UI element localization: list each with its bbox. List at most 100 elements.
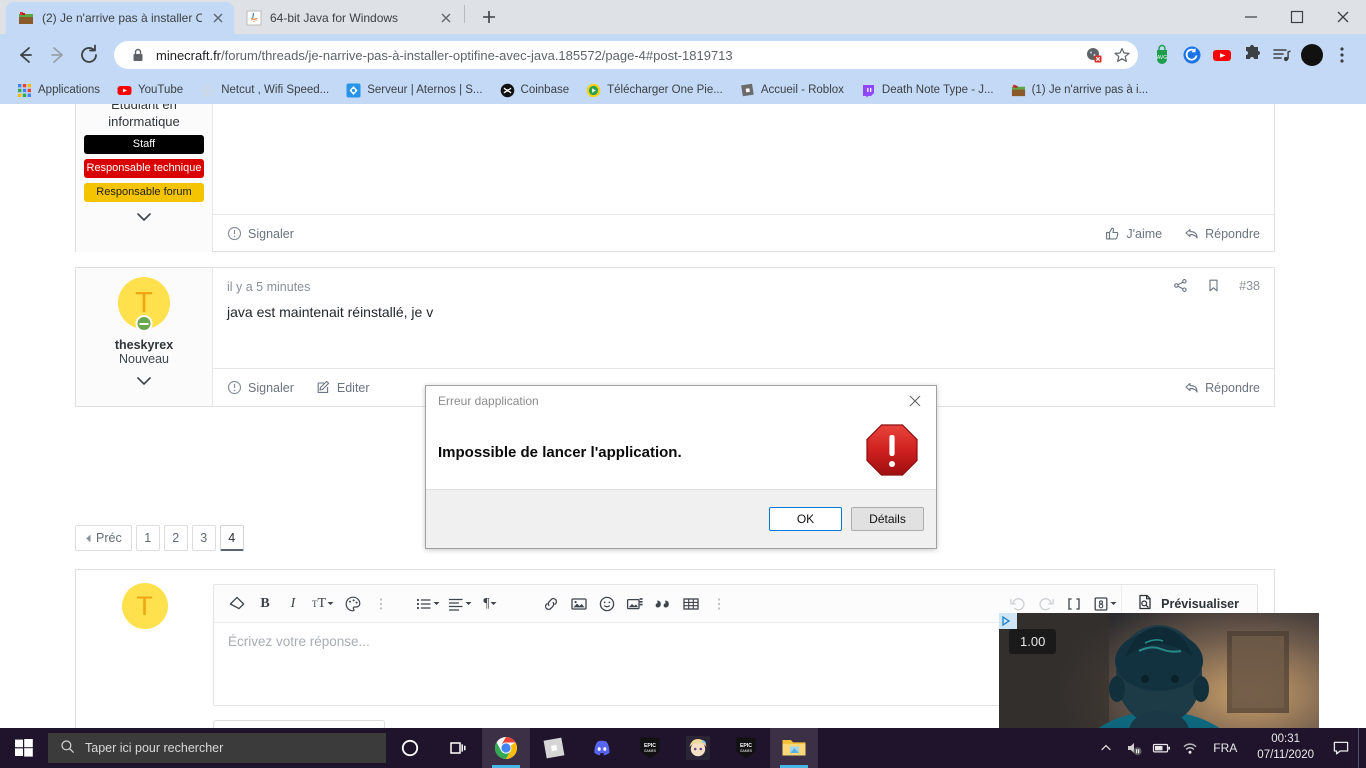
link-icon[interactable] <box>538 591 564 617</box>
paragraph-icon[interactable]: ¶ <box>476 591 504 617</box>
avg-icon[interactable]: AVG <box>1149 42 1175 68</box>
taskbar-app-epic-games[interactable]: EPIC GAMES <box>626 728 674 768</box>
chevron-down-icon[interactable] <box>134 374 154 388</box>
more-vertical-icon[interactable] <box>368 591 394 617</box>
battery-icon[interactable] <box>1149 728 1175 768</box>
post-actions-right: J'aime Répondre <box>1105 226 1260 241</box>
reply-button[interactable]: Répondre <box>1184 226 1260 241</box>
video-advertisement[interactable]: 1.00 AD Invented by Impactify <box>999 613 1319 728</box>
bookmark-death-note-type[interactable]: Death Note Type - J... <box>854 80 1001 101</box>
image-icon[interactable] <box>566 591 592 617</box>
share-nodes-icon[interactable] <box>1173 278 1188 293</box>
preview-label: Prévisualiser <box>1161 596 1239 611</box>
bookmark-telecharger-one-piece[interactable]: Télécharger One Pie... <box>579 80 730 101</box>
bookmark-roblox[interactable]: Accueil - Roblox <box>733 80 851 101</box>
chevron-up-icon[interactable] <box>1093 728 1119 768</box>
three-dot-menu-icon[interactable] <box>1329 42 1355 68</box>
language-indicator[interactable]: FRA <box>1205 741 1245 755</box>
youtube-icon[interactable] <box>1209 42 1235 68</box>
task-view-icon[interactable] <box>434 728 482 768</box>
table-icon[interactable] <box>678 591 704 617</box>
forward-arrow-icon[interactable] <box>42 40 72 70</box>
taskbar-app-discord[interactable] <box>578 728 626 768</box>
tab-title: 64-bit Java for Windows <box>270 11 399 25</box>
taskbar-app-genshin[interactable] <box>674 728 722 768</box>
details-button[interactable]: Détails <box>851 507 924 531</box>
font-size-icon[interactable]: TT <box>308 591 338 617</box>
align-left-icon[interactable] <box>444 591 474 617</box>
avatar[interactable]: T <box>118 277 170 332</box>
taskbar-app-file-explorer[interactable] <box>770 728 818 768</box>
like-button[interactable]: J'aime <box>1105 226 1162 241</box>
pagination-page-2[interactable]: 2 <box>163 525 188 551</box>
search-input[interactable]: Taper ici pour rechercher <box>48 733 386 763</box>
avatar[interactable] <box>1299 42 1325 68</box>
taskbar-app-chrome[interactable] <box>482 728 530 768</box>
report-button[interactable]: Signaler <box>227 380 294 395</box>
post-number[interactable]: #38 <box>1239 279 1260 293</box>
bookmark-je-narrive-pas[interactable]: (1) Je n'arrive pas à i... <box>1004 80 1156 101</box>
pagination-page-3[interactable]: 3 <box>191 525 216 551</box>
pagination-prev[interactable]: Préc <box>75 525 132 551</box>
post-actions-left: Signaler <box>227 226 294 241</box>
close-icon[interactable] <box>1320 0 1366 34</box>
pagination-page-4[interactable]: 4 <box>219 525 244 551</box>
eraser-icon[interactable] <box>224 591 250 617</box>
search-placeholder: Taper ici pour rechercher <box>85 741 224 755</box>
close-icon[interactable] <box>210 10 226 26</box>
browser-tab-active[interactable]: (2) Je n'arrive pas à installer Optifi <box>6 2 234 34</box>
bookmark-youtube[interactable]: YouTube <box>110 80 190 101</box>
show-desktop-button[interactable] <box>1358 728 1364 768</box>
reply-button[interactable]: Répondre <box>1184 380 1260 395</box>
pagination-page-1[interactable]: 1 <box>135 525 160 551</box>
cortana-circle-icon[interactable] <box>386 728 434 768</box>
bookmark-aternos[interactable]: Serveur | Aternos | S... <box>339 80 489 101</box>
playlist-music-icon[interactable] <box>1269 42 1295 68</box>
volume-muted-icon[interactable] <box>1121 728 1147 768</box>
bold-icon[interactable]: B <box>252 591 278 617</box>
chevron-down-icon[interactable] <box>134 210 154 224</box>
maximize-icon[interactable] <box>1274 0 1320 34</box>
post-author-sidebar: T theskyrex Nouveau <box>76 268 213 406</box>
address-bar[interactable]: minecraft.fr/forum/threads/je-narrive-pa… <box>114 41 1138 69</box>
smiley-icon[interactable] <box>594 591 620 617</box>
reload-icon[interactable] <box>74 40 104 70</box>
bookmark-coinbase[interactable]: Coinbase <box>493 80 577 101</box>
dialog-title: Erreur dapplication <box>438 394 539 408</box>
new-tab-button[interactable] <box>475 3 503 31</box>
notification-icon[interactable] <box>1326 728 1356 768</box>
chrome-blue-circle-icon[interactable] <box>1179 42 1205 68</box>
clock[interactable]: 00:31 07/11/2020 <box>1247 732 1324 763</box>
bullet-list-icon[interactable] <box>412 591 442 617</box>
dialog-body: Impossible de lancer l'application. <box>426 416 936 490</box>
taskbar-app-roblox[interactable] <box>530 728 578 768</box>
close-icon[interactable] <box>438 10 454 26</box>
text-color-palette-icon[interactable] <box>340 591 366 617</box>
edit-button[interactable]: Editer <box>316 380 370 395</box>
attach-files-button[interactable]: Attacher des fichiers <box>213 720 385 728</box>
bookmark-label: Serveur | Aternos | S... <box>367 84 483 96</box>
close-icon[interactable] <box>898 387 932 415</box>
back-arrow-icon[interactable] <box>10 40 40 70</box>
browser-tab-java[interactable]: 64-bit Java for Windows <box>234 2 462 34</box>
bookmark-applications[interactable]: Applications <box>10 80 107 101</box>
bookmark-star-icon[interactable] <box>1112 45 1132 65</box>
author-username[interactable]: theskyrex <box>115 338 173 352</box>
windows-start-icon[interactable] <box>0 728 48 768</box>
wifi-icon[interactable] <box>1177 728 1203 768</box>
coinbase-icon <box>500 83 515 98</box>
italic-icon[interactable]: I <box>280 591 306 617</box>
cookie-blocked-icon[interactable] <box>1084 45 1104 65</box>
adchoices-icon[interactable] <box>999 613 1017 629</box>
ok-button[interactable]: OK <box>769 507 842 531</box>
bookmark-netcut[interactable]: Netcut , Wifi Speed... <box>193 80 336 101</box>
lock-icon <box>128 45 148 65</box>
report-button[interactable]: Signaler <box>227 226 294 241</box>
quote-icon[interactable] <box>650 591 676 617</box>
taskbar-app-epic-games-2[interactable]: EPIC GAMES <box>722 728 770 768</box>
minimize-icon[interactable] <box>1228 0 1274 34</box>
more-vertical-icon[interactable] <box>706 591 732 617</box>
puzzle-piece-icon[interactable] <box>1239 42 1265 68</box>
bookmark-icon[interactable] <box>1206 278 1221 293</box>
media-gallery-icon[interactable] <box>622 591 648 617</box>
